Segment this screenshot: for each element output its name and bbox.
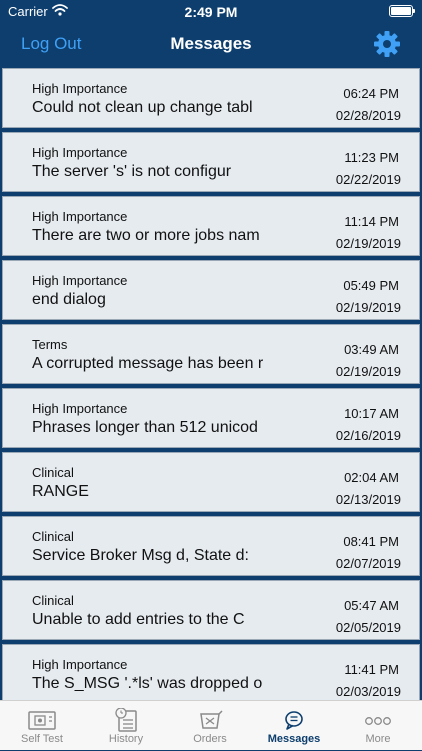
message-time: 05:47 AM <box>344 598 399 613</box>
tab-label: History <box>108 733 144 745</box>
message-row[interactable]: High Importance Phrases longer than 512 u… <box>2 388 420 448</box>
tab-self-test[interactable]: Self Test <box>0 701 84 751</box>
message-date: 02/19/2019 <box>335 300 401 315</box>
message-category: High Importance <box>32 209 128 224</box>
message-text: Could not clean up change tabl <box>32 99 253 116</box>
message-row[interactable]: High Importance end dialog 05:49 PM 02/19/2… <box>2 260 420 320</box>
page-title: Messages <box>170 34 252 53</box>
message-category: High Importance <box>32 401 128 416</box>
message-category: Clinical <box>32 529 74 544</box>
message-time: 11:41 PM <box>344 662 399 677</box>
message-time: 11:14 PM <box>344 214 399 229</box>
self-test-icon <box>28 711 56 730</box>
message-category: Clinical <box>32 593 74 608</box>
history-icon <box>115 708 137 732</box>
message-time: 10:17 AM <box>344 406 399 421</box>
orders-icon <box>200 710 223 729</box>
message-category: Clinical <box>32 465 74 480</box>
message-text: Phrases longer than 512 unicod <box>32 419 258 436</box>
tab-label: Orders <box>193 733 227 745</box>
message-date: 02/07/2019 <box>335 556 401 571</box>
message-date: 02/16/2019 <box>335 428 401 443</box>
nav-bar: Log Out Messages <box>0 22 422 66</box>
message-date: 02/03/2019 <box>335 684 401 699</box>
tab-more[interactable]: More <box>336 701 420 751</box>
message-date: 02/05/2019 <box>335 620 401 635</box>
more-icon <box>365 717 391 725</box>
message-time: 03:49 AM <box>344 342 399 357</box>
tab-history[interactable]: History <box>84 701 168 751</box>
message-row[interactable]: High Importance The server 's' is not con… <box>2 132 420 192</box>
message-date: 02/28/2019 <box>335 108 401 123</box>
status-time: 2:49 PM <box>184 4 238 20</box>
app-header: Carrier 2:49 PM Log Out Messages <box>0 0 422 66</box>
message-row[interactable]: Clinical Unable to add entries to the C 05… <box>2 580 420 640</box>
message-category: High Importance <box>32 657 128 672</box>
tab-label: More <box>365 733 391 745</box>
message-text: Unable to add entries to the C <box>32 611 245 628</box>
message-date: 02/22/2019 <box>335 172 401 187</box>
message-row[interactable]: Clinical Service Broker Msg d, State d: 08… <box>2 516 420 576</box>
tab-orders[interactable]: Orders <box>168 701 252 751</box>
message-time: 08:41 PM <box>343 534 399 549</box>
status-bar: Carrier 2:49 PM <box>0 0 422 22</box>
battery-icon <box>389 5 415 17</box>
message-row[interactable]: High Importance The S_MSG '.*ls' was drop… <box>2 644 420 700</box>
message-text: end dialog <box>32 291 106 308</box>
message-time: 02:04 AM <box>344 470 399 485</box>
message-time: 05:49 PM <box>343 278 399 293</box>
message-text: Service Broker Msg d, State d: <box>32 547 249 564</box>
message-time: 11:23 PM <box>344 150 399 165</box>
message-category: Terms <box>32 337 68 352</box>
message-date: 02/19/2019 <box>335 364 401 379</box>
message-text: The S_MSG '.*ls' was dropped o <box>32 675 263 692</box>
message-category: High Importance <box>32 145 128 160</box>
tab-label: Self Test <box>21 733 63 745</box>
messages-icon <box>285 711 303 730</box>
message-date: 02/19/2019 <box>335 236 401 251</box>
message-category: High Importance <box>32 81 128 96</box>
message-text: There are two or more jobs nam <box>32 227 260 244</box>
message-time: 06:24 PM <box>343 86 399 101</box>
message-text: RANGE <box>32 483 89 500</box>
gear-icon[interactable] <box>372 29 402 59</box>
message-date: 02/13/2019 <box>335 492 401 507</box>
message-row[interactable]: High Importance There are two or more job… <box>2 196 420 256</box>
tab-messages[interactable]: Messages <box>252 701 336 751</box>
message-row[interactable]: Clinical RANGE 02:04 AM 02/13/2019 <box>2 452 420 512</box>
message-text: A corrupted message has been r <box>32 355 264 372</box>
message-row[interactable]: Terms A corrupted message has been r 03:49… <box>2 324 420 384</box>
message-list[interactable]: High Importance Could not clean up change… <box>0 66 422 700</box>
message-row[interactable]: High Importance Could not clean up change… <box>2 68 420 128</box>
tab-label: Messages <box>267 733 321 745</box>
message-text: The server 's' is not configur <box>32 163 232 180</box>
message-category: High Importance <box>32 273 128 288</box>
tab-bar: Self Test History Orders Messages More <box>0 700 422 750</box>
